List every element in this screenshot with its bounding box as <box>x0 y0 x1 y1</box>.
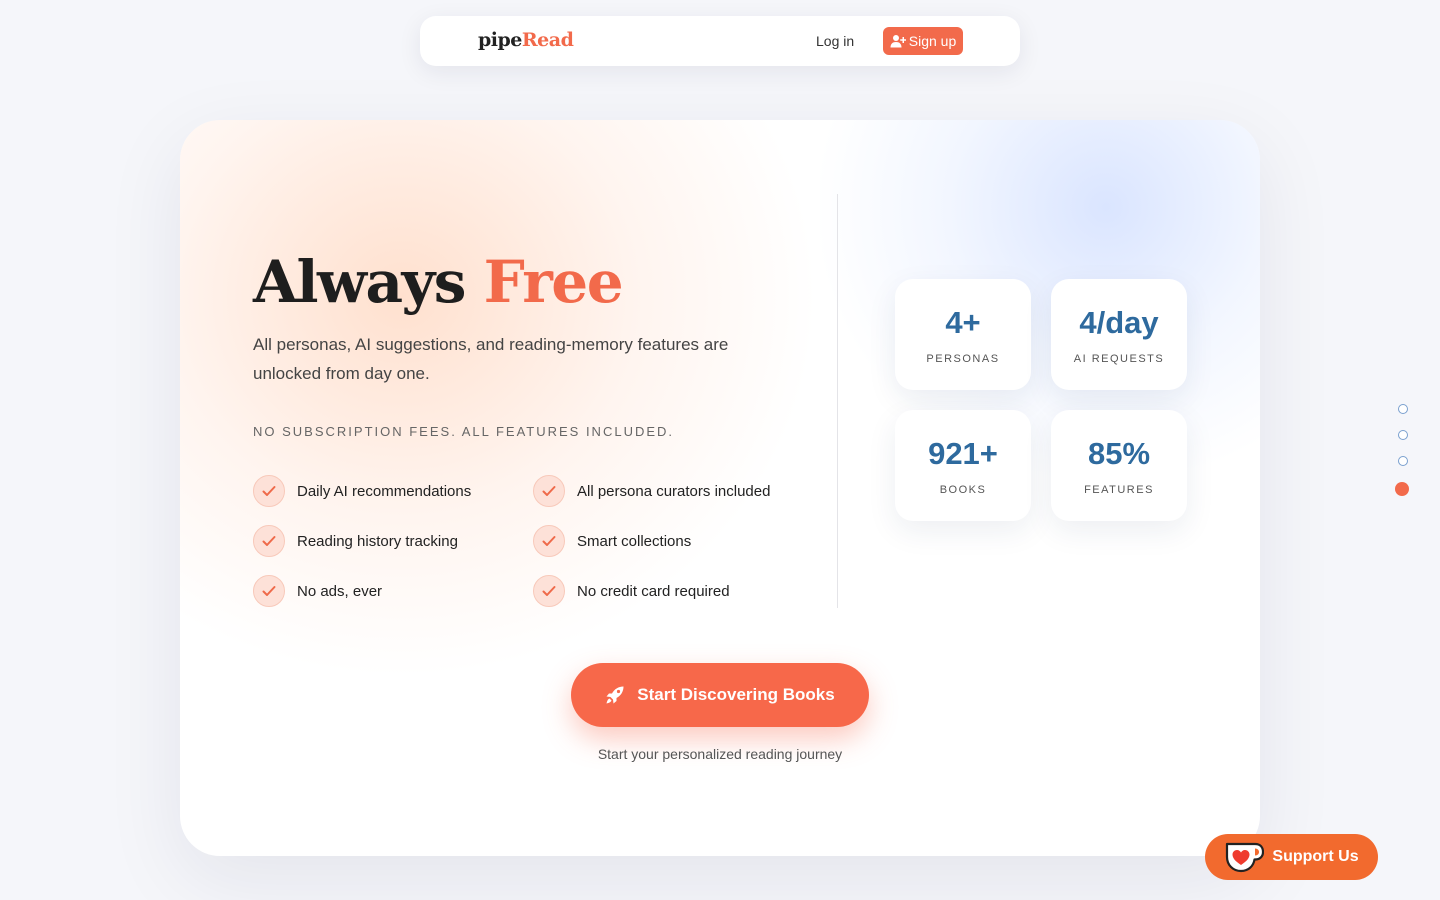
section-divider <box>837 194 838 608</box>
stat-card-personas: 4+ PERSONAS <box>895 279 1031 390</box>
cta-label: Start Discovering Books <box>637 685 835 704</box>
stat-card-ai-requests: 4/day AI REQUESTS <box>1051 279 1187 390</box>
logo[interactable]: pipeRead <box>478 29 574 51</box>
section-dot-2[interactable] <box>1398 430 1408 440</box>
list-item: No credit card required <box>533 574 730 608</box>
section-dots <box>1392 400 1412 500</box>
stat-label: AI REQUESTS <box>1073 352 1165 365</box>
plan-tagline: NO SUBSCRIPTION FEES. ALL FEATURES INCLU… <box>253 424 675 439</box>
list-item: Smart collections <box>533 524 691 558</box>
section-dot-4-active[interactable] <box>1395 482 1409 496</box>
list-item: All persona curators included <box>533 474 770 508</box>
stat-value: 4+ <box>945 304 981 340</box>
check-icon <box>253 575 285 607</box>
free-plan-card: Always Free All personas, AI suggestions… <box>180 120 1260 856</box>
list-item: No ads, ever <box>253 574 382 608</box>
signup-label: Sign up <box>908 33 957 49</box>
stat-label: BOOKS <box>939 483 987 496</box>
list-item: Reading history tracking <box>253 524 458 558</box>
check-icon <box>253 525 285 557</box>
stat-card-features: 85% FEATURES <box>1051 410 1187 521</box>
check-icon <box>253 475 285 507</box>
feature-label: No ads, ever <box>297 582 383 600</box>
check-icon <box>533 525 565 557</box>
coffee-cup-heart-icon <box>1226 842 1265 873</box>
stat-label: FEATURES <box>1084 483 1154 496</box>
title-always: Always <box>253 248 484 316</box>
feature-label: All persona curators included <box>577 482 771 500</box>
feature-label: Smart collections <box>577 532 692 550</box>
support-label: Support Us <box>1272 848 1359 865</box>
login-link[interactable]: Log in <box>816 33 854 49</box>
section-dot-3[interactable] <box>1398 456 1408 466</box>
stat-value: 85% <box>1087 435 1151 471</box>
stat-value: 4/day <box>1079 304 1159 340</box>
signup-button[interactable]: Sign up <box>883 27 963 55</box>
cta-subtext: Start your personalized reading journey <box>597 746 843 762</box>
logo-text-read: Read <box>521 29 574 51</box>
stat-card-books: 921+ BOOKS <box>895 410 1031 521</box>
plan-description: All personas, AI suggestions, and readin… <box>253 335 729 383</box>
rocket-icon <box>606 686 624 704</box>
check-icon <box>533 475 565 507</box>
top-nav: pipeRead Log in Sign up <box>420 16 1020 66</box>
stat-label: PERSONAS <box>926 352 1000 365</box>
title-free: Free <box>483 248 624 316</box>
feature-label: Reading history tracking <box>297 532 458 550</box>
page-title: Always Free <box>253 248 624 316</box>
feature-label: Daily AI recommendations <box>297 482 472 500</box>
logo-text-pipe: pipe <box>478 29 522 51</box>
check-icon <box>533 575 565 607</box>
section-dot-1[interactable] <box>1398 404 1408 414</box>
list-item: Daily AI recommendations <box>253 474 471 508</box>
support-us-button[interactable]: Support Us <box>1205 834 1378 880</box>
feature-label: No credit card required <box>577 582 730 600</box>
user-plus-icon <box>890 35 906 48</box>
cool-background-glow <box>820 120 1260 480</box>
stat-value: 921+ <box>928 435 998 471</box>
start-discovering-button[interactable]: Start Discovering Books <box>571 663 869 727</box>
